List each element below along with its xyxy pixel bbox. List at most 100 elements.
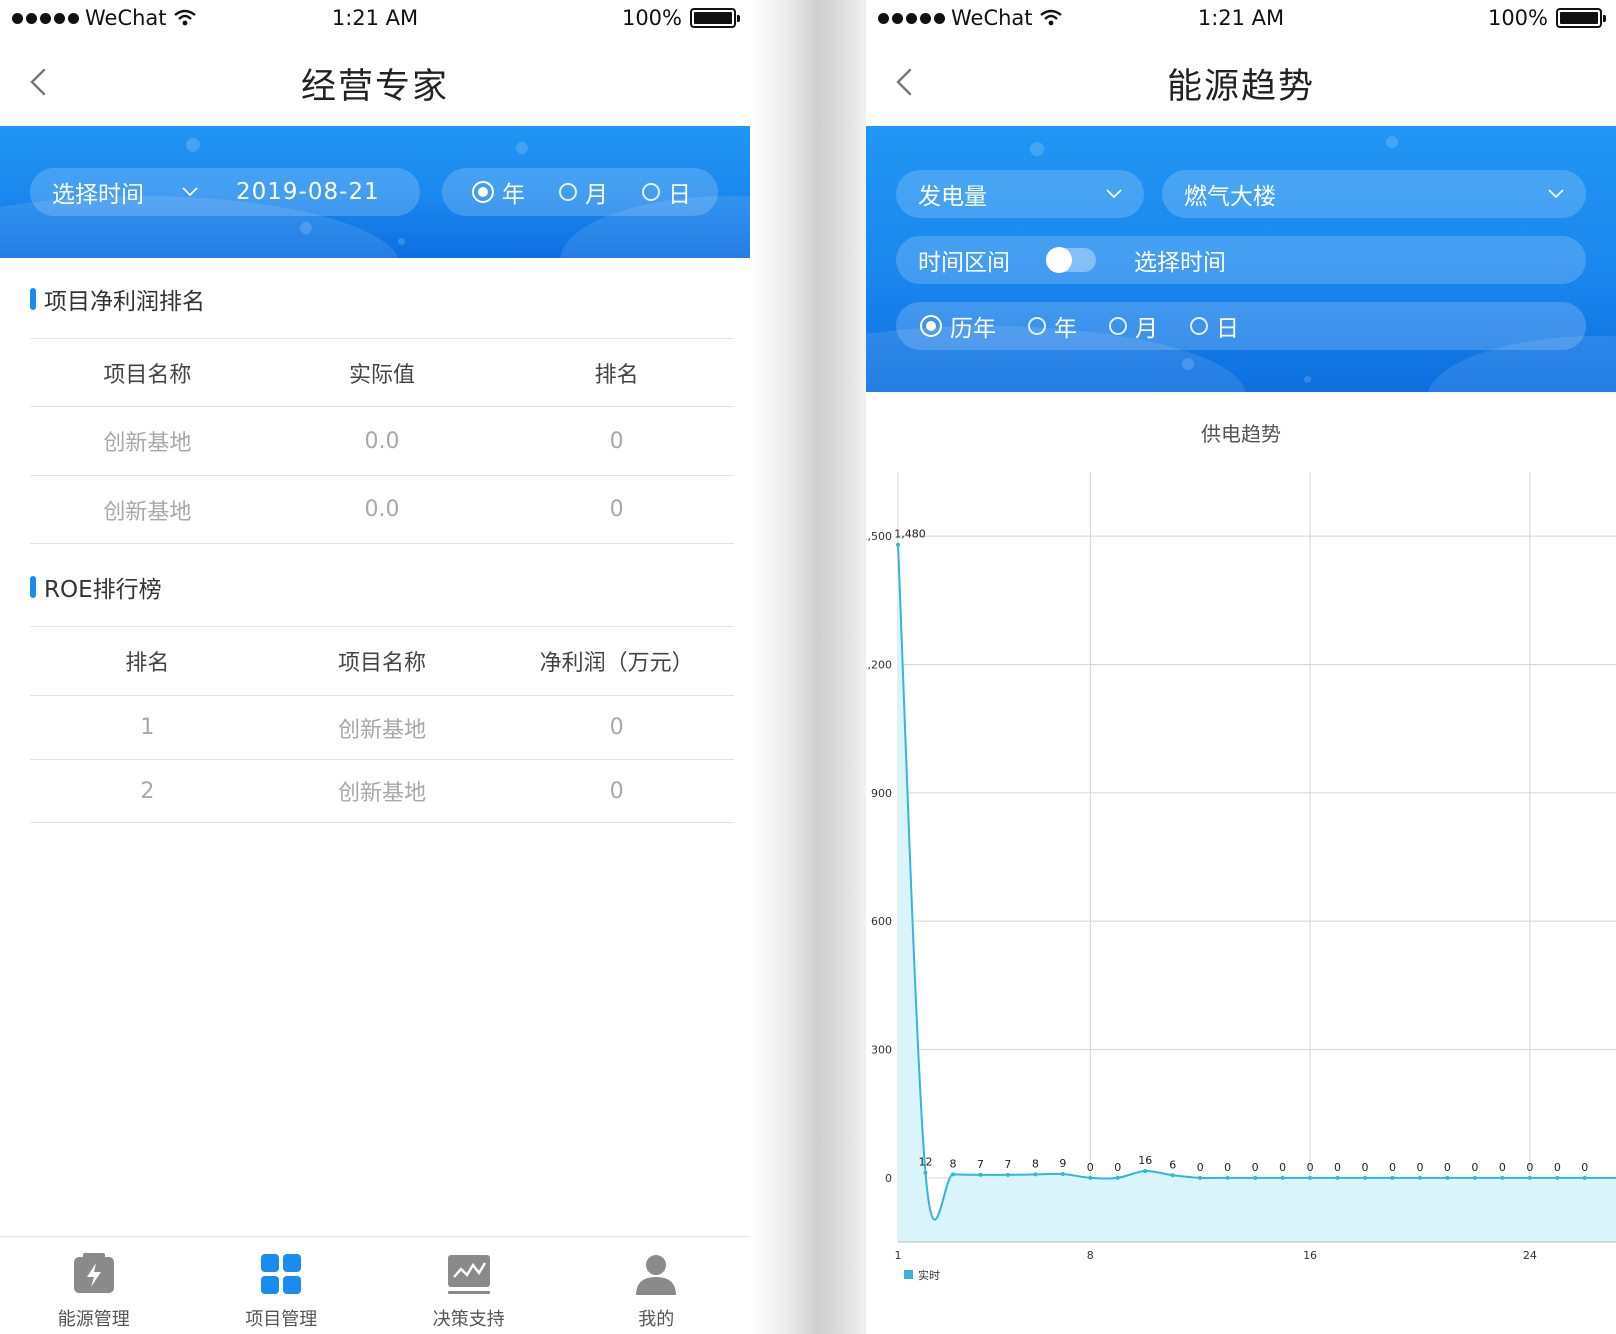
series-line <box>897 544 1616 1221</box>
radio-all-years-label: 历年 <box>950 316 996 342</box>
data-point <box>1417 1175 1422 1180</box>
legend-label: 实时 <box>918 1268 940 1282</box>
x-tick-label: 16 <box>1303 1249 1317 1262</box>
rank-cell: 0 <box>609 497 624 522</box>
chevron-down-icon <box>182 187 198 197</box>
radio-day-label: 日 <box>1216 316 1239 342</box>
radio-month[interactable]: 月 <box>559 175 608 209</box>
decor-bubble <box>1030 142 1044 156</box>
tab-label: 决策支持 <box>432 1309 505 1330</box>
data-point <box>1115 1175 1120 1180</box>
radio-month-label: 月 <box>585 182 608 208</box>
project-name-cell: 创新基地 <box>338 781 427 806</box>
data-label: 9 <box>1059 1157 1066 1170</box>
chevron-down-icon <box>1548 189 1564 199</box>
data-label: 0 <box>1224 1161 1231 1174</box>
radio-month[interactable]: 月 <box>1109 309 1158 343</box>
navigation-bar: 能源趋势 <box>866 40 1616 126</box>
project-name-cell: 创新基地 <box>103 431 192 456</box>
tab-label: 我的 <box>638 1309 675 1330</box>
power-supply-trend-chart: 1,48012 8 7 7 8 9 0 016 6 0 0 0 0 0 0 0 0 0 0 0 0 0 0 0 0300600… <box>866 472 1616 1282</box>
data-point <box>1445 1175 1450 1180</box>
data-point <box>1253 1175 1258 1180</box>
trend-icon <box>447 1255 490 1294</box>
radio-month-label: 月 <box>1135 316 1158 342</box>
battery-percent: 100% <box>1487 6 1548 30</box>
radio-day[interactable]: 日 <box>642 175 691 209</box>
table-row[interactable]: 1 创新基地 0 <box>30 695 734 759</box>
net-profit-cell: 0 <box>609 715 624 740</box>
chart-legend: 实时 <box>904 1268 940 1282</box>
radio-all-years[interactable]: 历年 <box>920 309 996 343</box>
data-label: 0 <box>1389 1161 1396 1174</box>
period-radio-group: 年 月 日 <box>442 168 718 216</box>
data-label: 0 <box>1197 1161 1204 1174</box>
page-title: 能源趋势 <box>1166 67 1315 107</box>
chart-title: 供电趋势 <box>1201 422 1281 446</box>
table-header-row: 项目名称 实际值 排名 <box>30 338 734 406</box>
section-profit-ranking: 项目净利润排名 <box>30 282 205 316</box>
battery-status: 100% <box>621 6 740 30</box>
data-point <box>923 1170 928 1175</box>
interval-toggle[interactable] <box>1046 247 1096 273</box>
chart-axis-layer: 03006009001,2001,500181624 <box>866 530 1616 1262</box>
tab-energy-management[interactable]: 能源管理 <box>0 1237 188 1334</box>
tab-project-management[interactable]: 项目管理 <box>188 1237 376 1334</box>
radio-year-label: 年 <box>502 182 525 208</box>
toggle-knob <box>1046 247 1072 273</box>
user-icon <box>636 1255 677 1295</box>
data-label: 0 <box>1334 1161 1341 1174</box>
decor-bubble <box>1386 136 1398 148</box>
building-select-value: 燃气大楼 <box>1184 184 1276 210</box>
date-select[interactable]: 选择时间 2019-08-21 <box>30 168 420 216</box>
radio-year[interactable]: 年 <box>1028 309 1077 343</box>
data-label: 0 <box>1362 1161 1369 1174</box>
decor-bubble <box>1304 376 1311 383</box>
building-select[interactable]: 燃气大楼 <box>1162 170 1586 218</box>
data-point <box>1198 1175 1203 1180</box>
table-row[interactable]: 2 创新基地 0 <box>30 759 734 823</box>
column-header: 排名 <box>594 362 639 388</box>
table-row[interactable]: 创新基地 0.0 0 <box>30 475 734 544</box>
data-point <box>1390 1175 1395 1180</box>
data-point <box>1060 1171 1065 1176</box>
data-label: 0 <box>1416 1161 1423 1174</box>
table-row[interactable]: 创新基地 0.0 0 <box>30 406 734 475</box>
data-label: 1,480 <box>894 528 926 541</box>
tab-mine[interactable]: 我的 <box>563 1237 751 1334</box>
data-point <box>950 1172 955 1177</box>
grid-icon <box>261 1254 302 1294</box>
data-label: 8 <box>1032 1157 1039 1170</box>
data-point <box>1280 1175 1285 1180</box>
radio-day[interactable]: 日 <box>1190 309 1239 343</box>
data-label: 0 <box>1526 1161 1533 1174</box>
section-marker <box>30 576 36 598</box>
data-label: 0 <box>1581 1161 1588 1174</box>
data-point <box>1308 1175 1313 1180</box>
actual-value-cell: 0.0 <box>364 428 400 454</box>
battery-icon <box>690 8 740 28</box>
section-title: 项目净利润排名 <box>44 289 205 315</box>
data-point <box>1005 1172 1010 1177</box>
data-point <box>978 1172 983 1177</box>
data-label: 0 <box>1307 1161 1314 1174</box>
time-select[interactable]: 选择时间 <box>1134 243 1226 277</box>
data-point <box>1335 1175 1340 1180</box>
metric-select-value: 发电量 <box>918 184 987 210</box>
battery-percent: 100% <box>621 6 682 30</box>
project-name-cell: 创新基地 <box>103 499 192 525</box>
actual-value-cell: 0.0 <box>364 497 400 522</box>
data-label: 0 <box>1444 1161 1451 1174</box>
data-point <box>1527 1175 1532 1180</box>
radio-year[interactable]: 年 <box>472 175 525 209</box>
y-tick-label: 1,500 <box>866 530 892 543</box>
rank-cell: 2 <box>140 778 155 804</box>
metric-select[interactable]: 发电量 <box>896 170 1144 218</box>
column-header: 排名 <box>125 651 170 676</box>
roe-ranking-table: 排名 项目名称 净利润（万元） 1 创新基地 0 2 创新基地 0 <box>30 626 734 823</box>
data-point <box>1500 1175 1505 1180</box>
filter-header: 选择时间 2019-08-21 年 月 日 <box>0 126 750 258</box>
tab-decision-support[interactable]: 决策支持 <box>375 1237 563 1334</box>
time-interval-row: 时间区间 选择时间 <box>896 236 1586 284</box>
data-label: 16 <box>1138 1154 1152 1167</box>
